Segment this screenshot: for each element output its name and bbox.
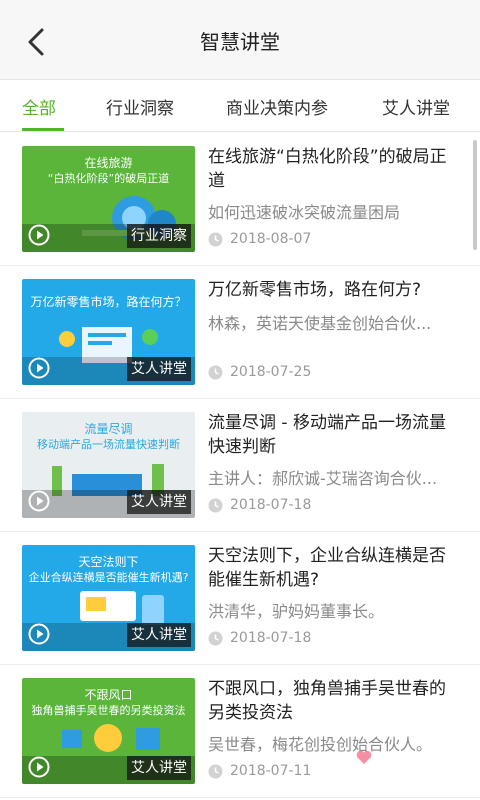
item-date: 2018-08-07 [230,231,312,247]
tab-bar: 全部 行业洞察 商业决策内参 艾人讲堂 [0,80,480,132]
thumbnail[interactable]: 万亿新零售市场，路在何方？ 艾人讲堂 [22,279,195,385]
item-title[interactable]: 万亿新零售市场，路在何方? [208,278,458,302]
item-subtitle: 吴世春，梅花创投创始合伙人。 [208,735,433,754]
thumb-line-1: 天空法则下 [78,555,139,569]
item-subtitle: 洪清华，驴妈妈董事长。 [208,602,385,621]
thumb-line-2: 移动端产品一场流量快速判断 [37,438,180,451]
thumbnail[interactable]: 在线旅游 “白热化阶段”的破局正道 行业洞察 [22,146,195,252]
thumbnail[interactable]: 天空法则下 企业合纵连横是否能催生新机遇? 艾人讲堂 [22,545,195,651]
item-date: 2018-07-25 [230,364,312,380]
clock-icon [208,365,223,380]
clock-icon [208,498,223,513]
lecture-list[interactable]: 在线旅游 “白热化阶段”的破局正道 行业洞察 在线旅游“白热化阶段”的破局正道 … [0,133,480,800]
tab-all[interactable]: 全部 [22,94,56,119]
thumbnail[interactable]: 流量尽调 移动端产品一场流量快速判断 艾人讲堂 [22,412,195,518]
category-badge: 艾人讲堂 [127,490,191,514]
heart-icon [356,750,372,764]
tab-business-decision[interactable]: 商业决策内参 [226,94,328,119]
play-icon[interactable] [28,357,50,379]
active-tab-indicator [22,128,64,131]
list-item[interactable]: 流量尽调 移动端产品一场流量快速判断 艾人讲堂 流量尽调 - 移动端产品一场流量… [0,399,480,532]
play-icon[interactable] [28,224,50,246]
item-subtitle: 如何迅速破冰突破流量困局 [208,203,401,222]
page-title: 智慧讲堂 [200,30,280,54]
thumb-line-1: 不跟风口 [84,688,133,702]
clock-icon [208,764,223,779]
item-title[interactable]: 不跟风口，独角兽捕手吴世春的另类投资法 [208,677,458,725]
scrollbar[interactable] [473,140,477,250]
thumb-line-2: 独角兽捕手吴世春的另类投资法 [31,704,186,717]
thumb-line-1: 在线旅游 [84,156,133,170]
thumbnail[interactable]: 不跟风口 独角兽捕手吴世春的另类投资法 艾人讲堂 [22,678,195,784]
item-subtitle: 主讲人：郝欣诚-艾瑞咨询合伙... [208,469,438,488]
item-title[interactable]: 流量尽调 - 移动端产品一场流量快速判断 [208,411,458,459]
top-bar: 智慧讲堂 [0,0,480,80]
item-subtitle: 林森，英诺天使基金创始合伙... [208,314,432,333]
thumb-line-2: “白热化阶段”的破局正道 [47,172,170,185]
list-item[interactable]: 不跟风口 独角兽捕手吴世春的另类投资法 艾人讲堂 不跟风口，独角兽捕手吴世春的另… [0,665,480,798]
play-icon[interactable] [28,756,50,778]
clock-icon [208,232,223,247]
thumb-line-1: 万亿新零售市场，路在何方？ [30,295,187,309]
category-badge: 艾人讲堂 [127,756,191,780]
thumb-line-1: 流量尽调 [84,422,133,436]
item-date: 2018-07-11 [230,763,312,779]
thumb-line-2: 企业合纵连横是否能催生新机遇? [28,571,189,584]
tab-industry-insight[interactable]: 行业洞察 [106,94,174,119]
clock-icon [208,631,223,646]
item-date: 2018-07-18 [230,630,312,646]
category-badge: 艾人讲堂 [127,623,191,647]
category-badge: 艾人讲堂 [127,357,191,381]
list-item[interactable]: 万亿新零售市场，路在何方？ 艾人讲堂 万亿新零售市场，路在何方? 林森，英诺天使… [0,266,480,399]
item-title[interactable]: 在线旅游“白热化阶段”的破局正道 [208,145,458,193]
item-date: 2018-07-18 [230,497,312,513]
list-item[interactable]: 天空法则下 企业合纵连横是否能催生新机遇? 艾人讲堂 天空法则下，企业合纵连横是… [0,532,480,665]
list-item[interactable]: 在线旅游 “白热化阶段”的破局正道 行业洞察 在线旅游“白热化阶段”的破局正道 … [0,133,480,266]
play-icon[interactable] [28,490,50,512]
item-title[interactable]: 天空法则下，企业合纵连横是否能催生新机遇? [208,544,458,592]
tab-airen-lecture[interactable]: 艾人讲堂 [382,94,450,119]
play-icon[interactable] [28,623,50,645]
category-badge: 行业洞察 [127,224,191,248]
